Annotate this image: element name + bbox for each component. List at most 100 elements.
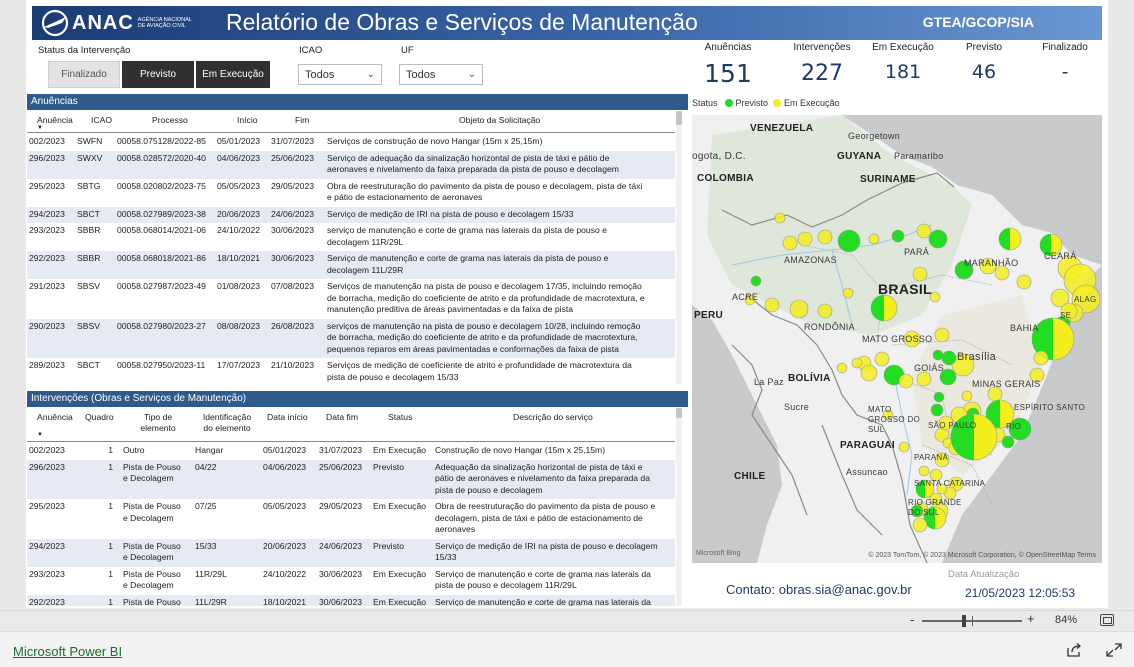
cell-line: pista de pouso e decolagem 11R/29L [435,580,577,590]
map-bubble [941,350,957,366]
cell-inicio: 18/10/2021 [217,253,261,263]
col-header-data-inicio[interactable]: Data início [267,412,308,423]
uf-dropdown[interactable]: Todos ⌄ [399,64,483,85]
map-bubble [817,303,833,319]
table-row[interactable]: 294/2023 SBCT 00058.027989/2023-38 20/06/20… [27,206,675,223]
cell-anuencia: 294/2023 [29,540,65,551]
table-row[interactable]: 295/2023 SBTG 00058.020802/2023-75 05/05/20… [27,179,675,207]
power-bi-link[interactable]: Microsoft Power BI [13,644,122,659]
table-row[interactable]: 295/2023 1 Pista de Pouso e Decolagem 07/25 0… [27,499,675,539]
table-row[interactable]: 292/2023 SBBR 00058.068018/2021-86 18/10/20… [27,251,675,279]
col-header-fim[interactable]: Fim [295,115,309,126]
map-label-se: SE [1060,311,1072,320]
fit-to-page-icon[interactable] [1100,614,1114,626]
table-row[interactable]: 002/2023 1 Outro Hangar 05/01/2023 31/07/2023… [27,443,675,460]
map-attribution[interactable]: © 2023 TomTom, © 2023 Microsoft Corporat… [868,552,1096,559]
contact-email[interactable]: Contato: obras.sia@anac.gov.br [726,582,912,597]
map-label-rio: RIO [1006,422,1022,431]
map-label-espirito: ESPÍRITO SANTO [1014,403,1086,412]
zoom-in-button[interactable]: + [1027,611,1035,626]
col-header-tipo[interactable]: Tipo de elemento [137,412,179,434]
map-bubble [860,364,878,382]
cell-status: Em Execução [373,445,427,455]
cell-objeto: serviço de manutenção e corte de grama n… [327,225,672,248]
sort-desc-icon[interactable]: ▼ [37,125,43,131]
col-header-identificacao[interactable]: Identificação do elemento [199,412,255,434]
anuencias-scrollbar[interactable] [676,111,682,384]
share-icon[interactable] [1066,643,1082,657]
col-header-objeto[interactable]: Objeto da Solicitação [459,115,540,126]
table-row[interactable]: 291/2023 SBSV 00058.027987/2023-49 01/08/20… [27,279,675,319]
cell-data-inicio: 04/06/2023 [263,461,307,472]
cell-line: Adequação da sinalização horizontal de p… [435,461,643,472]
map-label-chile: CHILE [734,471,766,482]
kpi-value: 151 [704,59,752,88]
cell-data-fim: 29/05/2023 [319,501,363,511]
table-row[interactable]: 292/2023 1 Pista de Pouso 11L/29R 18/10/2021… [27,594,675,607]
cell-status: Previsto [373,540,405,551]
anac-logo: ANAC Agência Nacional de Aviação Civil [40,9,200,37]
table-row[interactable]: 296/2023 SWXV 00058.028572/2020-40 04/06/20… [27,150,675,179]
table-row[interactable]: 289/2023 SBCT 00058.027950/2023-11 17/07/20… [27,358,675,384]
cell-fim: 30/06/2023 [271,225,315,235]
col-header-status[interactable]: Status [388,412,412,423]
zoom-slider-thumb[interactable] [962,615,966,627]
intervencoes-scrollbar[interactable] [676,408,682,606]
cell-fim: 25/06/2023 [271,152,315,163]
brazil-map[interactable]: VENEZUELA Georgetown ogota, D.C. GUYANA … [692,115,1102,563]
status-option-em-execucao[interactable]: Em Execução [196,61,270,88]
sort-desc-icon[interactable]: ▼ [37,432,43,438]
cell-tipo: Pista de Pouso e Decolagem [123,462,181,485]
map-bubble [774,212,786,224]
col-header-processo[interactable]: Processo [152,115,188,126]
map-bubble [898,373,914,389]
cell-line: Serviços de manutenção na pista de pouso… [327,281,642,291]
cell-quadro: 1 [108,568,113,579]
zoom-out-button[interactable]: - [910,612,914,627]
cell-icao: SBTG [77,180,101,191]
table-row[interactable]: 296/2023 1 Pista de Pouso e Decolagem 04/22 0… [27,459,675,499]
table-row[interactable]: 294/2023 1 Pista de Pouso e Decolagem 15/33 2… [27,538,675,567]
legend-previsto-label[interactable]: Previsto [736,98,769,108]
col-header-anuencia[interactable]: Anuência [37,412,73,423]
anuencias-scroll-thumb[interactable] [676,111,682,125]
cell-line: Serviço de medição de IRI na pista de po… [327,208,574,219]
cell-quadro: 1 [108,501,113,511]
cell-inicio: 20/06/2023 [217,208,261,219]
map-bubble [836,362,848,374]
cell-data-fim: 30/06/2023 [319,596,363,607]
table-row[interactable]: 293/2023 1 Pista de Pouso e Decolagem 11R/29… [27,567,675,595]
map-label-riogrande: RIO GRANDE DO SUL [908,498,962,517]
cell-line: e Decolagem [123,580,174,590]
col-header-inicio[interactable]: Início [237,115,258,126]
expand-icon[interactable] [1106,643,1122,657]
map-label-peru: PERU [694,310,723,321]
col-header-descricao[interactable]: Descrição do serviço [513,412,593,423]
status-option-finalizado[interactable]: Finalizado [48,61,120,88]
intervencoes-table[interactable]: Anuência ▼ Quadro Tipo de elemento Ident… [27,408,675,606]
map-label-santacatarina: SANTA CATARINA [914,479,986,488]
cell-line: Serviço de medição de IRI na pista de po… [435,540,658,551]
legend-em-execucao-label[interactable]: Em Execução [784,98,840,108]
table-row[interactable]: 293/2023 SBBR 00058.068014/2021-06 24/10/20… [27,223,675,251]
map-bubble [891,229,905,243]
col-header-data-fim[interactable]: Data fim [326,412,358,423]
anuencias-table[interactable]: Anuência ▼ ICAO Processo Início Fim Obje… [27,111,675,384]
cell-anuencia: 293/2023 [29,568,65,579]
intervencoes-scroll-thumb[interactable] [676,408,682,418]
cell-tipo: Pista de Pouso e Decolagem [123,501,181,524]
cell-line: Obra de reestruturação do pavimento da p… [327,180,643,191]
map-label-maranhao: MARANHÃO [964,258,1019,268]
col-header-icao[interactable]: ICAO [91,115,112,126]
uf-dropdown-value: Todos [406,69,436,81]
col-header-quadro[interactable]: Quadro [85,412,114,423]
footer-bar: Microsoft Power BI [0,631,1134,667]
icao-dropdown[interactable]: Todos ⌄ [298,64,382,85]
table-row[interactable]: 002/2023 SWFN 00058.075128/2022-85 05/01/20… [27,134,675,151]
status-option-previsto[interactable]: Previsto [122,61,194,88]
table-row[interactable]: 290/2023 SBSV 00058.027980/2023-27 08/08/20… [27,318,675,358]
map-label-saopaulo: SÃO PAULO [928,421,977,430]
status-slicer-label: Status da Intervenção [38,45,131,56]
map-label-goias: GOIÁS [914,363,945,373]
cell-data-inicio: 24/10/2022 [263,568,307,579]
